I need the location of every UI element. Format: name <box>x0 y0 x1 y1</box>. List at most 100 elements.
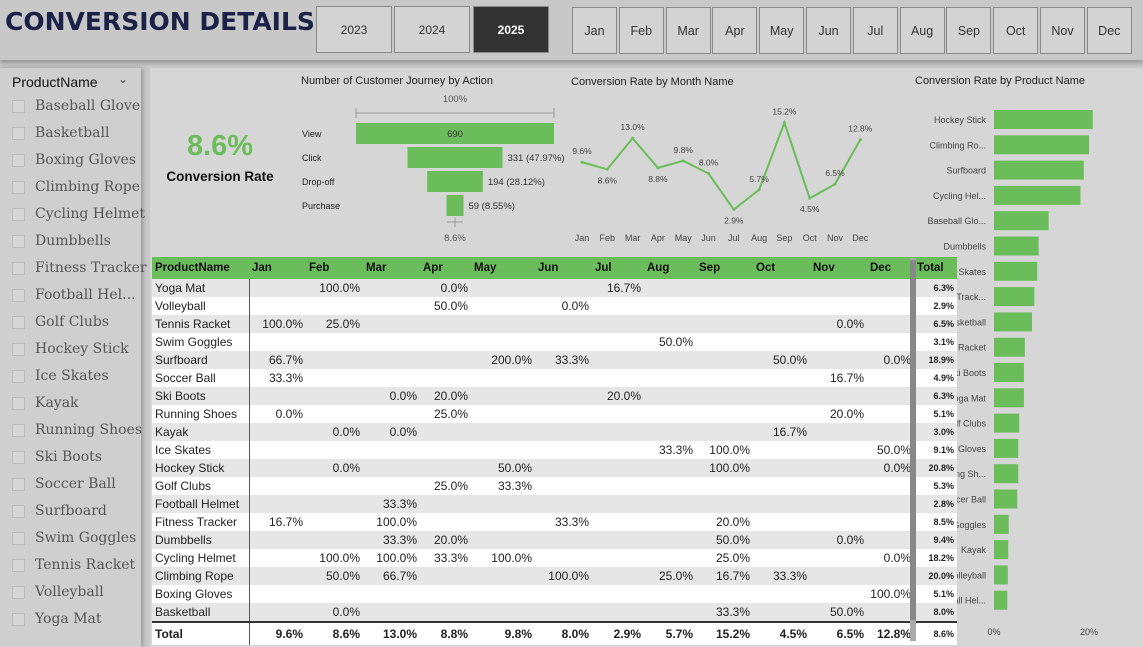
checkbox[interactable] <box>12 261 25 275</box>
checkbox[interactable] <box>12 153 25 167</box>
column-header[interactable]: Oct <box>753 257 810 279</box>
column-header[interactable]: Nov <box>810 257 867 279</box>
row-product-name: Swim Goggles <box>152 333 250 351</box>
slicer-item[interactable]: Basketball <box>12 121 137 145</box>
month-button-jul[interactable]: Jul <box>852 7 898 54</box>
checkbox[interactable] <box>12 612 25 626</box>
slicer-item[interactable]: Running Shoes <box>12 418 142 442</box>
column-header[interactable]: ProductName <box>152 257 249 279</box>
checkbox[interactable] <box>12 531 25 545</box>
month-button-dec[interactable]: Dec <box>1086 7 1132 54</box>
checkbox[interactable] <box>12 315 25 329</box>
slicer-item[interactable]: Tennis Racket <box>12 553 137 577</box>
slicer-item-label: Hockey Stick <box>35 341 129 357</box>
column-header[interactable]: Mar <box>363 257 420 279</box>
checkbox[interactable] <box>12 180 25 194</box>
line-data-label: 9.8% <box>674 145 694 155</box>
checkbox[interactable] <box>12 288 25 302</box>
table-cell <box>753 405 810 423</box>
table-cell <box>592 459 644 477</box>
column-header[interactable]: Total <box>914 257 957 279</box>
year-button-2024[interactable]: 2024 <box>394 6 470 53</box>
row-total: 2.9% <box>914 297 957 315</box>
checkbox[interactable] <box>12 504 25 518</box>
table-cell: 100.0% <box>249 315 306 333</box>
checkbox[interactable] <box>12 423 25 437</box>
checkbox[interactable] <box>12 234 25 248</box>
slicer-item[interactable]: Kayak <box>12 391 137 415</box>
slicer-item[interactable]: Surfboard <box>12 499 137 523</box>
slicer-item-label: Baseball Glove <box>35 98 141 114</box>
column-header[interactable]: Jan <box>249 257 306 279</box>
checkbox[interactable] <box>12 585 25 599</box>
chevron-down-icon[interactable]: ⌄ <box>118 72 128 86</box>
row-total: 3.0% <box>914 423 957 441</box>
table-cell <box>471 387 535 405</box>
month-button-may[interactable]: May <box>759 7 805 54</box>
table-scrollbar-thumb[interactable] <box>910 260 916 620</box>
table-cell <box>867 603 914 622</box>
month-button-oct[interactable]: Oct <box>993 7 1039 54</box>
slicer-item[interactable]: Swim Goggles <box>12 526 137 550</box>
slicer-item[interactable]: Football Hel... <box>12 283 137 307</box>
table-cell <box>753 585 810 603</box>
slicer-item[interactable]: Climbing Rope <box>12 175 140 199</box>
table-cell: 100.0% <box>363 513 420 531</box>
slicer-item[interactable]: Cycling Helmet <box>12 202 145 226</box>
table-cell: 25.0% <box>306 315 363 333</box>
slicer-item[interactable]: Soccer Ball <box>12 472 137 496</box>
column-header[interactable]: May <box>471 257 535 279</box>
month-button-aug[interactable]: Aug <box>899 7 945 54</box>
slicer-item-label: Tennis Racket <box>35 557 136 573</box>
slicer-item[interactable]: Yoga Mat <box>12 607 137 631</box>
table-cell <box>696 387 753 405</box>
column-header[interactable]: Sep <box>696 257 753 279</box>
line-x-tick-label: Jan <box>575 233 590 243</box>
column-header[interactable]: Jun <box>535 257 592 279</box>
month-button-jan[interactable]: Jan <box>572 7 617 54</box>
checkbox[interactable] <box>12 450 25 464</box>
slicer-item[interactable]: Boxing Gloves <box>12 148 137 172</box>
row-total: 20.8% <box>914 459 957 477</box>
month-button-nov[interactable]: Nov <box>1040 7 1085 54</box>
column-header[interactable]: Aug <box>644 257 696 279</box>
month-button-sep[interactable]: Sep <box>946 7 992 54</box>
month-button-feb[interactable]: Feb <box>618 7 664 54</box>
checkbox[interactable] <box>12 558 25 572</box>
table-cell: 20.0% <box>420 387 471 405</box>
year-button-2023[interactable]: 2023 <box>316 6 392 53</box>
checkbox[interactable] <box>12 396 25 410</box>
checkbox[interactable] <box>12 477 25 491</box>
total-cell: 13.0% <box>363 621 420 645</box>
column-header[interactable]: Jul <box>592 257 644 279</box>
checkbox[interactable] <box>12 207 25 221</box>
slicer-item[interactable]: Dumbbells <box>12 229 137 253</box>
month-button-mar[interactable]: Mar <box>665 7 711 54</box>
row-total: 5.1% <box>914 585 957 603</box>
matrix-table: ProductName Jan Feb Mar Apr May Jun Jul Aug Sep Oc… <box>152 257 957 645</box>
slicer-item[interactable]: Ski Boots <box>12 445 137 469</box>
checkbox[interactable] <box>12 342 25 356</box>
checkbox[interactable] <box>12 369 25 383</box>
slicer-item[interactable]: Volleyball <box>12 580 137 604</box>
table-cell <box>249 423 306 441</box>
month-button-apr[interactable]: Apr <box>712 7 758 54</box>
table-cell: 50.0% <box>471 459 535 477</box>
table-cell <box>592 567 644 585</box>
slicer-item[interactable]: Hockey Stick <box>12 337 137 361</box>
checkbox[interactable] <box>12 99 25 113</box>
column-header[interactable]: Feb <box>306 257 363 279</box>
product-category-label: Baseball Glo... <box>927 216 986 226</box>
slicer-item[interactable]: Baseball Glove <box>12 94 141 118</box>
month-button-jun[interactable]: Jun <box>806 7 851 54</box>
checkbox[interactable] <box>12 126 25 140</box>
column-header[interactable]: Dec <box>867 257 914 279</box>
funnel-category-label: Purchase <box>302 201 340 211</box>
slicer-item[interactable]: Fitness Tracker <box>12 256 147 280</box>
product-bar <box>994 464 1019 484</box>
year-button-2025[interactable]: 2025 <box>473 6 549 53</box>
column-header[interactable]: Apr <box>420 257 471 279</box>
table-cell <box>644 423 696 441</box>
slicer-item[interactable]: Ice Skates <box>12 364 137 388</box>
slicer-item[interactable]: Golf Clubs <box>12 310 137 334</box>
